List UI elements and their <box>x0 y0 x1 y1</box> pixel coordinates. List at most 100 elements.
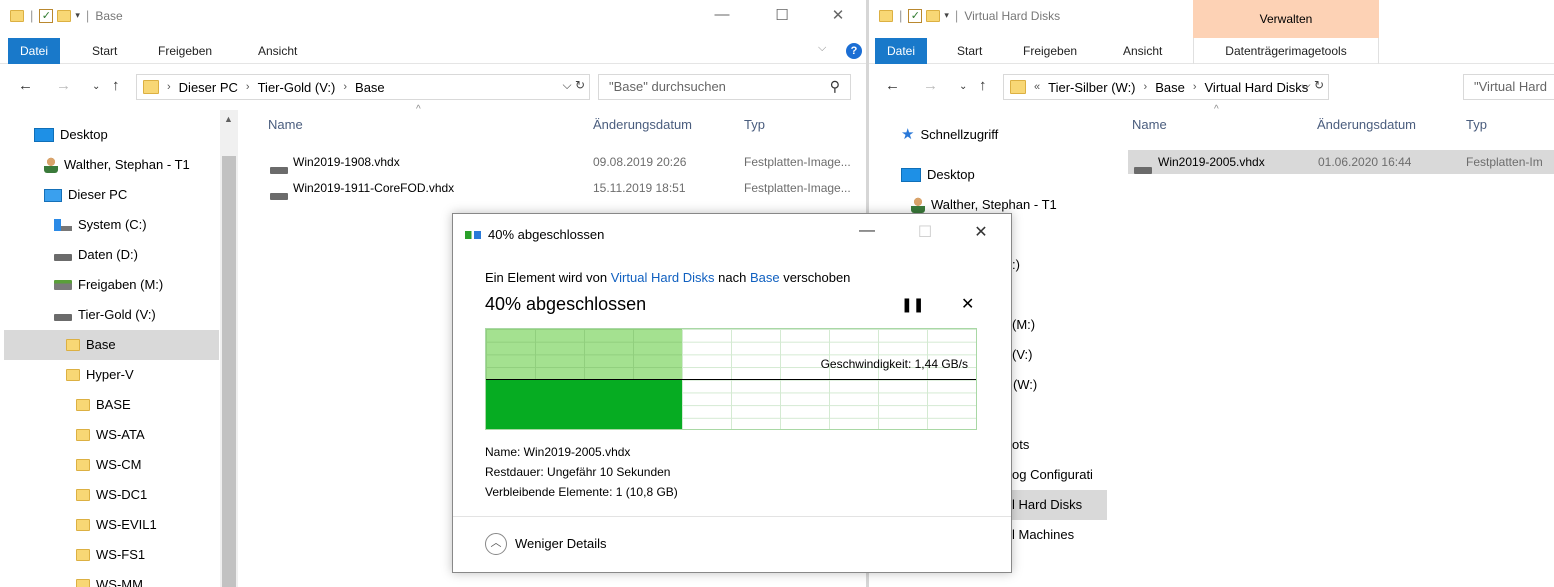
folder-icon <box>10 9 24 22</box>
tree-item-ws-mm[interactable]: WS-MM <box>76 570 296 587</box>
title-bar: | ✓ ▾ | Base — ☐ ✕ <box>0 0 868 36</box>
customize-toolbar-icon[interactable]: ▾ <box>75 10 80 21</box>
hidden-path-icon[interactable]: « <box>1034 81 1040 93</box>
tree-item-system-c[interactable]: System (C:) <box>54 210 274 240</box>
address-bar[interactable]: « Tier-Silber (W:) › Base › Virtual Hard… <box>1003 74 1329 100</box>
search-input[interactable]: "Virtual Hard <box>1463 74 1554 100</box>
quick-access-toolbar: | ✓ ▾ | Virtual Hard Disks <box>879 8 1060 23</box>
forward-icon[interactable]: → <box>56 77 71 94</box>
new-folder-icon[interactable] <box>57 9 72 22</box>
destination-link[interactable]: Base <box>750 270 780 285</box>
tree-item-virtual-hard-disks[interactable]: l Hard Disks <box>1012 490 1107 520</box>
pause-button[interactable]: ❚❚ <box>901 296 924 313</box>
computer-icon <box>44 188 62 202</box>
refresh-icon[interactable]: ↻ <box>575 78 585 92</box>
column-header-type[interactable]: Typ <box>744 110 765 140</box>
tab-share[interactable]: Freigeben <box>1011 38 1089 64</box>
navigation-bar: ← → ⌄ ↑ « Tier-Silber (W:) › Base › Virt… <box>869 72 1554 102</box>
tab-file[interactable]: Datei <box>875 38 928 64</box>
breadcrumb-virtual-hard-disks[interactable]: Virtual Hard Disks <box>1205 80 1309 95</box>
up-icon[interactable]: ↑ <box>112 77 120 94</box>
fewer-details-button[interactable]: Weniger Details <box>515 536 607 551</box>
breadcrumb-tier-gold[interactable]: Tier-Gold (V:) <box>258 80 336 95</box>
move-icon <box>465 231 481 239</box>
tree-item-daten-d[interactable]: Daten (D:) <box>54 240 274 270</box>
help-icon[interactable]: ? <box>846 43 862 59</box>
breadcrumb-tier-silber[interactable]: Tier-Silber (W:) <box>1048 80 1135 95</box>
tree-scrollbar[interactable]: ▲ <box>220 110 238 587</box>
tree-item-hyper-v[interactable]: Hyper-V <box>66 360 286 390</box>
source-link[interactable]: Virtual Hard Disks <box>611 270 715 285</box>
column-header-date[interactable]: Änderungsdatum <box>593 110 692 140</box>
new-folder-icon[interactable] <box>926 9 941 22</box>
tab-share[interactable]: Freigeben <box>146 38 224 64</box>
address-dropdown-icon[interactable]: ⌵ <box>562 78 571 92</box>
breadcrumb-this-pc[interactable]: Dieser PC <box>179 80 238 95</box>
tab-start[interactable]: Start <box>80 38 129 64</box>
tree-item-partial[interactable]: r (W:) <box>1005 370 1225 400</box>
tab-view[interactable]: Ansicht <box>1111 38 1174 64</box>
column-header-name[interactable]: Name <box>1132 110 1167 140</box>
close-button[interactable]: ✕ <box>965 222 997 242</box>
tree-item-partial[interactable]: (M:) <box>1012 310 1232 340</box>
refresh-icon[interactable]: ↻ <box>1314 78 1324 92</box>
context-tab-manage[interactable]: Verwalten <box>1193 0 1379 38</box>
recent-locations-icon[interactable]: ⌄ <box>92 81 100 92</box>
up-icon[interactable]: ↑ <box>979 77 987 94</box>
address-bar[interactable]: › Dieser PC › Tier-Gold (V:) › Base ⌵ ↻ <box>136 74 590 100</box>
properties-icon[interactable]: ✓ <box>908 8 923 23</box>
tree-item-partial[interactable]: l Machines <box>1012 520 1232 550</box>
tab-disk-image-tools[interactable]: Datenträgerimagetools <box>1193 38 1379 64</box>
back-icon[interactable]: ← <box>885 77 900 94</box>
maximize-button[interactable]: ☐ <box>762 6 802 24</box>
breadcrumb-base[interactable]: Base <box>1155 80 1185 95</box>
tree-item-base[interactable]: Base <box>4 330 219 360</box>
transfer-details: Name: Win2019-2005.vhdx Restdauer: Ungef… <box>485 442 678 502</box>
navigation-bar: ← → ⌄ ↑ › Dieser PC › Tier-Gold (V:) › B… <box>0 72 868 102</box>
minimize-button[interactable]: — <box>702 6 742 23</box>
tree-item-ws-dc1[interactable]: WS-DC1 <box>76 480 296 510</box>
properties-icon[interactable]: ✓ <box>39 8 54 23</box>
scrollbar-thumb[interactable] <box>222 156 236 587</box>
minimize-button[interactable]: — <box>851 222 883 240</box>
tree-item-partial[interactable]: ots <box>1012 430 1232 460</box>
column-header-type[interactable]: Typ <box>1466 110 1487 140</box>
address-dropdown-icon[interactable]: ⌵ <box>1301 78 1310 92</box>
tree-item-partial[interactable]: og Configurati <box>1012 460 1232 490</box>
user-icon <box>911 197 925 213</box>
back-icon[interactable]: ← <box>18 77 33 94</box>
tab-file[interactable]: Datei <box>8 38 61 64</box>
search-placeholder: "Virtual Hard <box>1474 79 1548 94</box>
cancel-button[interactable]: ✕ <box>961 294 974 314</box>
tab-view[interactable]: Ansicht <box>246 38 309 64</box>
quick-access-toolbar: | ✓ ▾ | Base <box>10 8 123 23</box>
breadcrumb-base[interactable]: Base <box>355 80 385 95</box>
tree-item-partial[interactable]: (V:) <box>1012 340 1232 370</box>
tree-item-base-sub[interactable]: BASE <box>76 390 296 420</box>
file-row[interactable]: Win2019-1908.vhdx 09.08.2019 20:26 Festp… <box>268 150 866 174</box>
tree-item-ws-ata[interactable]: WS-ATA <box>76 420 296 450</box>
tree-item-partial[interactable]: :) <box>1012 250 1232 280</box>
dialog-title-bar: 40% abgeschlossen — ☐ ✕ <box>453 214 1011 254</box>
tree-item-desktop[interactable]: Desktop <box>901 160 1121 190</box>
close-button[interactable]: ✕ <box>818 6 858 24</box>
column-header-name[interactable]: Name <box>268 110 303 140</box>
file-row[interactable]: Win2019-2005.vhdx 01.06.2020 16:44 Festp… <box>1128 150 1554 174</box>
search-input[interactable]: "Base" durchsuchen ⚲ <box>598 74 851 100</box>
tree-item-quick-access[interactable]: ★ Schnellzugriff <box>901 120 1121 150</box>
folder-icon <box>76 459 90 471</box>
customize-toolbar-icon[interactable]: ▾ <box>944 10 949 21</box>
tree-item-ws-cm[interactable]: WS-CM <box>76 450 296 480</box>
tree-item-tier-gold-v[interactable]: Tier-Gold (V:) <box>54 300 274 330</box>
recent-locations-icon[interactable]: ⌄ <box>959 81 967 92</box>
file-row[interactable]: Win2019-1911-CoreFOD.vhdx 15.11.2019 18:… <box>268 176 866 200</box>
tree-item-ws-evil1[interactable]: WS-EVIL1 <box>76 510 296 540</box>
scroll-up-icon[interactable]: ▲ <box>224 114 233 124</box>
tab-start[interactable]: Start <box>945 38 994 64</box>
collapse-details-icon[interactable]: ︿ <box>485 533 507 555</box>
expand-ribbon-icon[interactable]: ⌵ <box>818 42 826 55</box>
tree-item-ws-fs1[interactable]: WS-FS1 <box>76 540 296 570</box>
tree-item-freigaben-m[interactable]: Freigaben (M:) <box>54 270 274 300</box>
column-header-date[interactable]: Änderungsdatum <box>1317 110 1416 140</box>
forward-icon[interactable]: → <box>923 77 938 94</box>
